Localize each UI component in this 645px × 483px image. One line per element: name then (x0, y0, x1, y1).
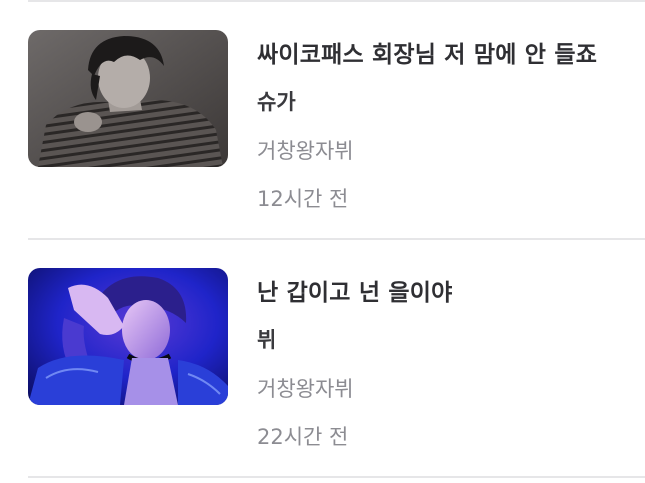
post-category: 뷔 (257, 328, 277, 352)
list-divider (28, 476, 645, 478)
post-author: 거창왕자뷔 (257, 139, 354, 163)
monochrome-portrait-thumbnail (28, 30, 228, 167)
post-title[interactable]: 싸이코패스 회장님 저 맘에 안 들죠 (257, 35, 597, 69)
list-item[interactable]: 싸이코패스 회장님 저 맘에 안 들죠 슈가 거창왕자뷔 12시간 전 (0, 2, 645, 238)
post-time: 22시간 전 (257, 425, 349, 449)
post-category: 슈가 (257, 90, 296, 114)
post-thumbnail[interactable] (28, 30, 228, 167)
post-thumbnail[interactable] (28, 268, 228, 405)
post-title[interactable]: 난 갑이고 넌 을이야 (257, 273, 453, 307)
blue-neon-portrait-thumbnail (28, 268, 228, 405)
post-author: 거창왕자뷔 (257, 377, 354, 401)
list-item[interactable]: 난 갑이고 넌 을이야 뷔 거창왕자뷔 22시간 전 (0, 240, 645, 476)
post-time: 12시간 전 (257, 187, 349, 211)
post-list: 싸이코패스 회장님 저 맘에 안 들죠 슈가 거창왕자뷔 12시간 전 난 갑이… (0, 0, 645, 483)
